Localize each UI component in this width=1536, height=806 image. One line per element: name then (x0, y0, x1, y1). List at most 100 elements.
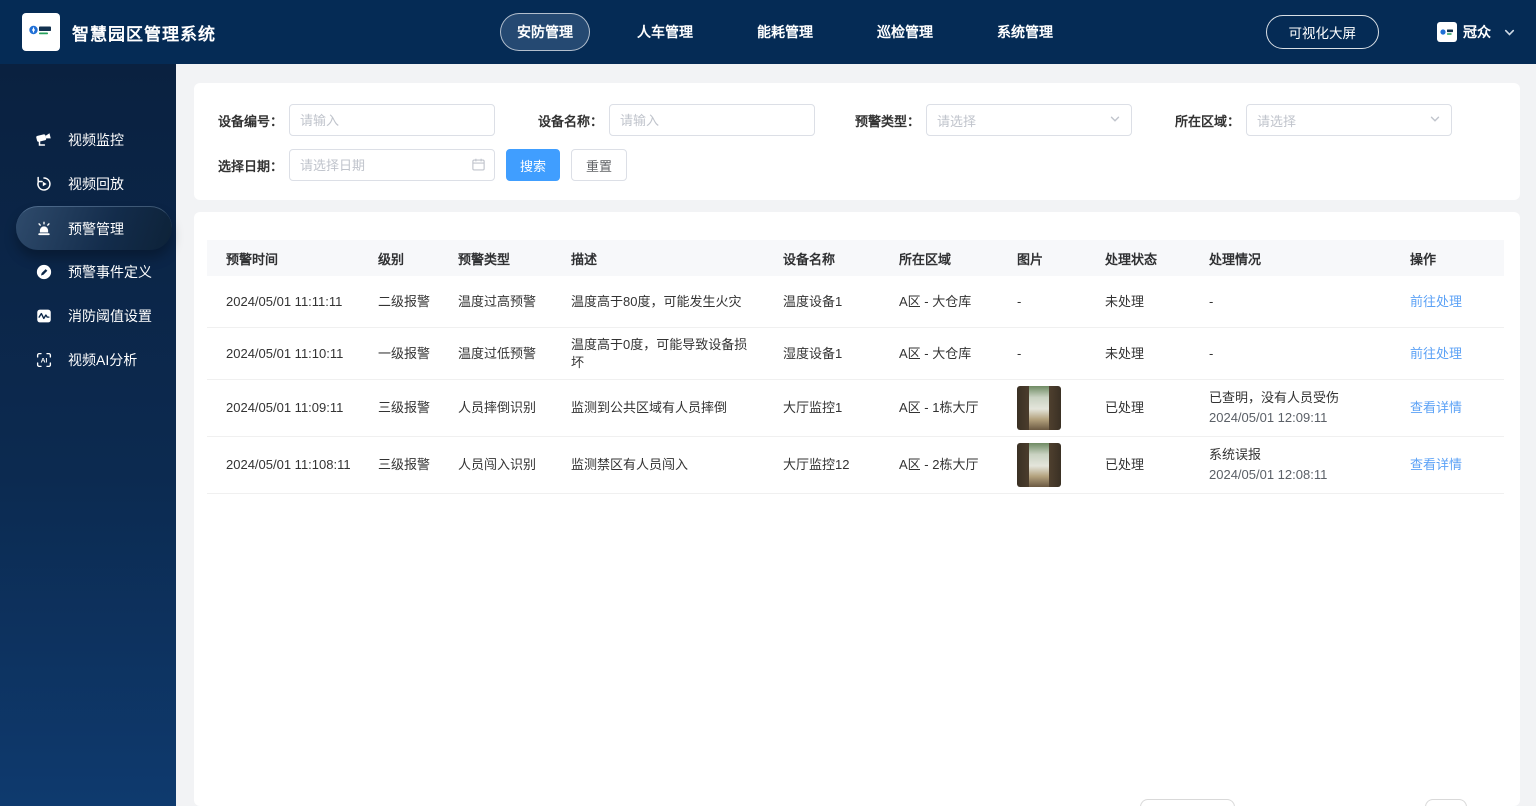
search-button[interactable]: 搜索 (506, 149, 560, 181)
table-header-cell: 描述 (571, 251, 598, 267)
table-header-cell: 预警类型 (458, 251, 511, 267)
handling-text: - (1209, 345, 1214, 361)
cell-area: A区 - 大仓库 (899, 345, 972, 361)
device-code-input[interactable] (289, 104, 496, 136)
sidebar-item-label: 视频回放 (68, 176, 124, 192)
row-action-link[interactable]: 查看详情 (1410, 457, 1462, 472)
chevron-down-icon (1109, 113, 1121, 128)
area-select[interactable]: 请选择 (1246, 104, 1453, 136)
pagination-page-size-select[interactable] (1140, 799, 1235, 806)
date-input[interactable] (289, 149, 496, 181)
alert-thumbnail[interactable] (1017, 443, 1061, 487)
nav-item[interactable]: 人车管理 (620, 13, 710, 51)
cell-area: A区 - 大仓库 (899, 293, 972, 309)
cell-handling: - (1190, 339, 1391, 369)
chevron-down-icon (1429, 113, 1441, 128)
handling-text: - (1209, 293, 1214, 309)
cell-alert-time: 2024/05/01 11:11:11 (226, 293, 343, 309)
cell-description: 温度高于0度，可能导致设备损坏 (571, 336, 748, 370)
cell-action: 前往处理 (1391, 287, 1504, 317)
sidebar-item[interactable]: AI 视频AI分析 (0, 338, 176, 382)
cell-area: A区 - 1栋大厅 (899, 400, 979, 415)
cell-handling: 已查明，没有人员受伤 2024/05/01 12:09:11 (1190, 383, 1391, 433)
handling-time: 2024/05/01 12:08:11 (1209, 467, 1328, 482)
svg-text:AI: AI (41, 358, 48, 365)
alert-type-label: 预警类型： (855, 113, 921, 129)
cell-handling: 系统误报 2024/05/01 12:08:11 (1190, 440, 1391, 490)
area-placeholder: 请选择 (1257, 113, 1297, 129)
company-logo-icon (22, 13, 60, 51)
cell-level: 二级报警 (378, 293, 431, 309)
main-content: 设备编号： 设备名称： 预警类型： 请选择 所在区域： 请选择 选择日期： (176, 64, 1536, 806)
table-header-cell: 所在区域 (899, 251, 952, 267)
sidebar-item[interactable]: 视频回放 (0, 162, 176, 206)
cell-status: 已处理 (1105, 400, 1145, 415)
sidebar-item[interactable]: 消防阈值设置 (0, 294, 176, 338)
cell-status: 未处理 (1105, 345, 1145, 361)
cell-device-name: 大厅监控1 (783, 400, 843, 415)
cell-alert-type: 人员闯入识别 (458, 457, 537, 472)
sidebar-item[interactable]: 视频监控 (0, 118, 176, 162)
nav-item[interactable]: 巡检管理 (860, 13, 950, 51)
cell-alert-type: 人员摔倒识别 (458, 400, 537, 415)
table-header-cell: 级别 (378, 251, 405, 267)
alert-table-panel: 预警时间 级别 预警类型 描述 设备名称 所在区域 图片 处理状态 处理情况 操… (194, 212, 1520, 806)
table-body: 2024/05/01 11:11:11 二级报警 温度过高预警 温度高于80度，… (207, 276, 1504, 494)
cell-level: 三级报警 (378, 457, 431, 472)
device-name-input[interactable] (609, 104, 816, 136)
device-name-label: 设备名称： (538, 113, 604, 129)
alarm-icon (34, 219, 54, 239)
alert-thumbnail[interactable] (1017, 386, 1061, 430)
cell-image: - (998, 339, 1086, 369)
cell-handling: - (1190, 287, 1391, 317)
user-avatar[interactable] (1437, 22, 1457, 42)
sidebar-item[interactable]: 预警管理 (16, 206, 172, 250)
row-action-link[interactable]: 前往处理 (1410, 346, 1462, 361)
cell-level: 一级报警 (378, 345, 431, 361)
sidebar-item-label: 视频监控 (68, 132, 124, 148)
nav-item[interactable]: 能耗管理 (740, 13, 830, 51)
cell-alert-type: 温度过高预警 (458, 293, 537, 309)
sidebar-item-label: 预警管理 (68, 220, 124, 237)
chevron-down-icon[interactable] (1503, 26, 1516, 39)
username: 冠众 (1463, 24, 1491, 40)
table-header-cell: 图片 (1017, 251, 1044, 267)
row-action-link[interactable]: 前往处理 (1410, 294, 1462, 309)
alert-type-select[interactable]: 请选择 (926, 104, 1133, 136)
sidebar-item-label: 预警事件定义 (68, 264, 152, 280)
handling-text: 已查明，没有人员受伤 (1209, 390, 1340, 405)
pagination-jump-input[interactable] (1425, 799, 1467, 806)
filter-device-name: 设备名称： (538, 104, 816, 136)
cell-action: 查看详情 (1391, 450, 1504, 480)
cell-area: A区 - 2栋大厅 (899, 457, 979, 472)
filter-device-code: 设备编号： (218, 104, 496, 136)
cell-status: 已处理 (1105, 457, 1145, 472)
sidebar-item-label: 视频AI分析 (68, 352, 138, 368)
cell-level: 三级报警 (378, 400, 431, 415)
filter-area: 所在区域： 请选择 (1175, 104, 1453, 136)
nav-item[interactable]: 系统管理 (980, 13, 1070, 51)
app-title: 智慧园区管理系统 (72, 24, 216, 44)
alert-type-placeholder: 请选择 (937, 113, 977, 129)
table-row: 2024/05/01 11:10:11 一级报警 温度过低预警 温度高于0度，可… (207, 328, 1504, 380)
image-placeholder: - (1017, 345, 1022, 361)
table-header-cell: 设备名称 (783, 251, 836, 267)
cell-image (998, 380, 1086, 436)
table-row: 2024/05/01 11:09:11 三级报警 人员摔倒识别 监测到公共区域有… (207, 380, 1504, 437)
reset-button[interactable]: 重置 (571, 149, 627, 181)
event-definition-icon (34, 262, 54, 282)
cell-alert-type: 温度过低预警 (458, 345, 537, 361)
cell-alert-time: 2024/05/01 11:10:11 (226, 345, 344, 361)
top-nav: 安防管理 人车管理 能耗管理 巡检管理 系统管理 (500, 0, 1070, 64)
cell-alert-time: 2024/05/01 11:09:11 (226, 400, 344, 415)
cell-description: 温度高于80度，可能发生火灾 (571, 293, 742, 309)
sidebar-item[interactable]: 预警事件定义 (0, 250, 176, 294)
image-placeholder: - (1017, 293, 1022, 309)
nav-item[interactable]: 安防管理 (500, 13, 590, 51)
row-action-link[interactable]: 查看详情 (1410, 400, 1462, 415)
area-label: 所在区域： (1175, 113, 1241, 129)
cell-image (998, 437, 1086, 493)
table-row: 2024/05/01 11:108:11 三级报警 人员闯入识别 监测禁区有人员… (207, 437, 1504, 494)
big-screen-button[interactable]: 可视化大屏 (1265, 15, 1379, 49)
sidebar: 视频监控 视频回放 预警管理 预警事件定义 消防阈值设置 AI 视频AI分析 (0, 64, 176, 806)
